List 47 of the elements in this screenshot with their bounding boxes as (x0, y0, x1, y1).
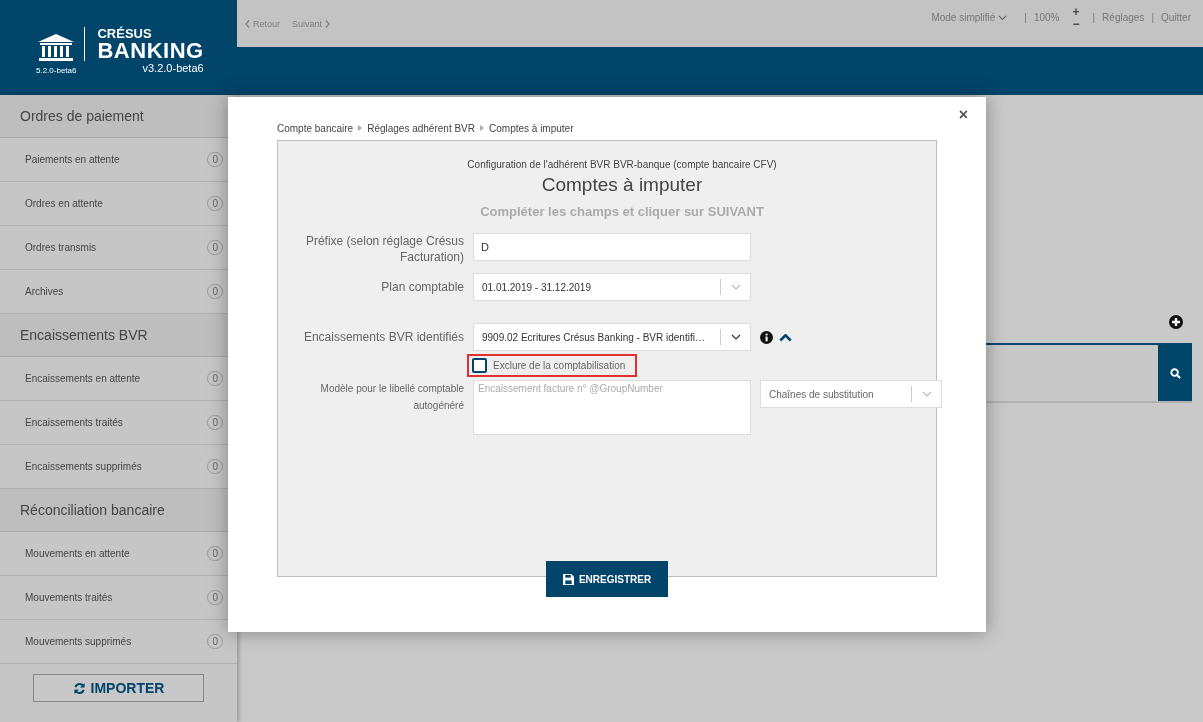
brand-name: CRÉSUS (97, 26, 153, 40)
chevron-up-icon (779, 334, 792, 342)
template-field[interactable]: Encaissement facture n° @GroupNumber (473, 380, 751, 435)
refresh-icon (72, 681, 86, 695)
breadcrumb-separator-icon (358, 125, 363, 131)
separator: | (1151, 12, 1154, 23)
separator: | (1024, 12, 1027, 23)
import-button[interactable]: IMPORTER (33, 674, 204, 702)
search-button[interactable] (1158, 345, 1192, 401)
add-icon[interactable] (1169, 315, 1183, 329)
dialog-title: Comptes à imputer (541, 174, 703, 196)
chevron-right-icon (325, 20, 331, 28)
prefix-field[interactable]: D (473, 233, 751, 261)
brand-name: BANKING (97, 39, 204, 62)
dialog-subtitle: Configuration de l'adhérent BVR BVR-banque (compte bancaire CFV) (467, 159, 777, 170)
field-label: Plan comptable (380, 279, 464, 295)
save-button[interactable]: ENREGISTRER (546, 561, 668, 597)
checkbox[interactable] (472, 358, 487, 373)
field-label: Modèle pour le libellé comptable autogénéré (319, 382, 464, 413)
breadcrumb-link[interactable]: Compte bancaire (277, 122, 354, 134)
chevron-down-icon (730, 334, 741, 340)
search-field[interactable] (986, 343, 1192, 403)
plan-dropdown[interactable]: 01.01.2019 - 31.12.2019 (473, 273, 751, 301)
separator: | (1092, 12, 1096, 23)
breadcrumb-separator-icon (480, 125, 484, 131)
chevron-left-icon (245, 20, 250, 28)
substitution-dropdown[interactable]: Chaînes de substitution (760, 380, 942, 408)
account-dropdown[interactable]: 9909.02 Ecritures Crésus Banking - BVR identifi… (473, 323, 751, 351)
sidebar-section-header: Ordres de paiement (0, 95, 237, 138)
bank-building-icon (37, 34, 76, 62)
breadcrumb-link[interactable]: Comptes à imputer (489, 122, 574, 134)
field-label: Encaissements BVR identifiés (302, 329, 464, 345)
zoom-level: 100% (1033, 12, 1060, 23)
checkbox-label: Exclure de la comptabilisation (493, 360, 626, 371)
breadcrumb-link[interactable]: Réglages adhérent BVR (367, 122, 475, 134)
search-icon (1169, 367, 1181, 379)
info-icon[interactable] (760, 330, 773, 344)
field-label: Préfixe (selon réglage Crésus Facturation) (304, 233, 464, 265)
build-number: 5.2.0-beta6 (36, 66, 77, 75)
zoom-out-button[interactable]: − (1072, 17, 1080, 30)
zoom-in-button[interactable]: + (1072, 5, 1080, 18)
chevron-down-icon (921, 391, 932, 397)
chevron-down-icon (730, 284, 741, 290)
instruction-text: Compléter les champs et cliquer sur SUIVANT (480, 204, 764, 219)
version-label: v3.2.0-beta6 (141, 61, 204, 75)
close-button[interactable]: × (952, 105, 974, 125)
chevron-down-icon (998, 14, 1008, 21)
